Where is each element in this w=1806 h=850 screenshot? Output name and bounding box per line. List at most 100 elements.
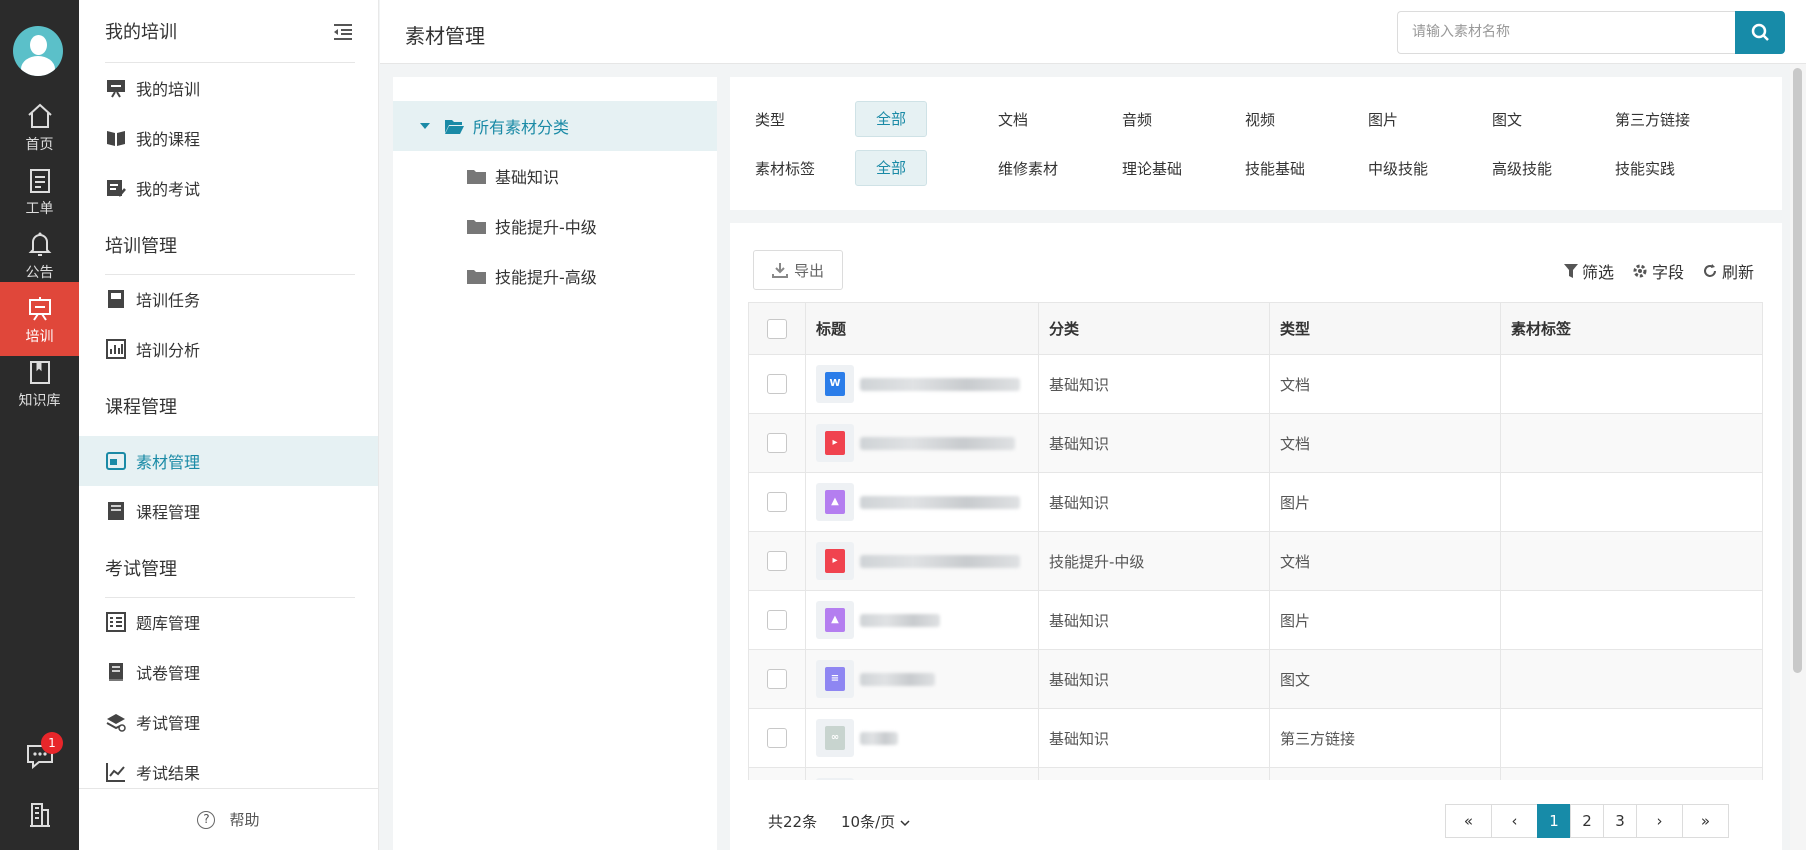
menu-item-label: 题库管理 [136, 614, 201, 633]
refresh-button[interactable]: 刷新 [1702, 259, 1754, 283]
page-size-select[interactable]: 10条/页 [841, 811, 910, 832]
table-row[interactable]: ∞ 基础知识 第三方链接 [748, 708, 1763, 768]
rail-item-workorder[interactable]: 工单 [0, 154, 79, 228]
page-button[interactable]: 1 [1537, 804, 1571, 838]
tag-filter-option[interactable]: 技能实践 [1615, 158, 1675, 179]
tree-node-root[interactable]: 所有素材分类 [393, 101, 717, 151]
menu-item-training-tasks[interactable]: 培训任务 [79, 274, 378, 324]
scrollbar-thumb[interactable] [1793, 68, 1802, 673]
table-row[interactable]: ▸ 技能提升-中级 文档 [748, 531, 1763, 591]
type-filter-option[interactable]: 图片 [1368, 109, 1398, 130]
type-filter-option[interactable]: 文档 [998, 109, 1028, 130]
menu-item-my-exams[interactable]: 我的考试 [79, 163, 378, 213]
avatar[interactable] [13, 26, 63, 76]
menu-item-exam-management[interactable]: 考试管理 [79, 697, 378, 747]
type-filter-option[interactable]: 第三方链接 [1615, 109, 1690, 130]
filter-button[interactable]: 筛选 [1563, 259, 1614, 283]
task-book-icon [108, 290, 124, 308]
column-header[interactable]: 标题 [805, 302, 1039, 355]
row-checkbox[interactable] [767, 610, 787, 630]
redacted-title [860, 731, 898, 745]
select-all-checkbox[interactable] [767, 318, 787, 339]
rail-item-notice[interactable]: 公告 [0, 218, 79, 292]
help-button[interactable]: ? 帮助 [79, 788, 378, 850]
tree-node[interactable]: 技能提升-中级 [393, 201, 717, 251]
organization-button[interactable] [0, 800, 79, 832]
prev-page-button[interactable]: ‹ [1491, 804, 1538, 838]
rail-item-home[interactable]: 首页 [0, 90, 79, 164]
title-cell[interactable]: ∞ [805, 708, 1039, 768]
menu-item-question-bank[interactable]: 题库管理 [79, 597, 378, 647]
type-filter-option[interactable]: 音频 [1122, 109, 1152, 130]
menu-item-material-management[interactable]: 素材管理 [79, 436, 378, 486]
rail-item-knowledge[interactable]: 知识库 [0, 346, 79, 420]
export-button[interactable]: 导出 [753, 250, 843, 290]
title-cell[interactable]: ▲ [805, 590, 1039, 650]
menu-item-my-training[interactable]: 我的培训 [79, 63, 378, 113]
table-row[interactable]: ▲ 基础知识 图片 [748, 590, 1763, 650]
title-cell[interactable]: ≡ [805, 649, 1039, 709]
row-checkbox[interactable] [767, 669, 787, 689]
next-page-button[interactable]: › [1636, 804, 1683, 838]
title-cell[interactable]: ▸ [805, 413, 1039, 473]
row-checkbox[interactable] [767, 492, 787, 512]
table-row[interactable]: ▲ 基础知识 图片 [748, 472, 1763, 532]
type-filter-option[interactable]: 视频 [1245, 109, 1275, 130]
tag-filter-option[interactable]: 中级技能 [1368, 158, 1428, 179]
tree-node[interactable]: 技能提升-高级 [393, 251, 717, 301]
building-icon [29, 803, 50, 827]
tag-filter-option[interactable]: 全部 [855, 150, 927, 186]
page-button[interactable]: 2 [1570, 804, 1604, 838]
column-header[interactable]: 分类 [1038, 302, 1270, 355]
rail-label: 公告 [25, 265, 54, 281]
folder-icon [467, 269, 486, 284]
title-cell[interactable]: ▲ [805, 472, 1039, 532]
row-select-cell [748, 472, 806, 532]
column-header[interactable]: 类型 [1269, 302, 1501, 355]
menu-item-training-analysis[interactable]: 培训分析 [79, 324, 378, 374]
collapse-menu-button[interactable] [333, 24, 353, 44]
tag-cell [1500, 413, 1763, 473]
row-checkbox[interactable] [767, 374, 787, 394]
tree-node[interactable]: 基础知识 [393, 151, 717, 201]
fields-button[interactable]: 字段 [1632, 259, 1684, 283]
first-page-button[interactable]: « [1445, 804, 1492, 838]
tree-node-label: 技能提升-中级 [495, 218, 597, 237]
rail-item-training[interactable]: 培训 [0, 282, 79, 356]
search-input[interactable]: 请输入素材名称 [1397, 11, 1735, 54]
menu-item-label: 我的课程 [136, 130, 201, 149]
search-button[interactable] [1735, 11, 1785, 54]
tag-filter-option[interactable]: 技能基础 [1245, 158, 1305, 179]
menu-item-course-management[interactable]: 课程管理 [79, 486, 378, 536]
top-header: 素材管理 请输入素材名称 [380, 0, 1806, 64]
last-page-button[interactable]: » [1682, 804, 1729, 838]
row-checkbox[interactable] [767, 728, 787, 748]
presentation-icon [107, 80, 125, 98]
tag-cell [1500, 649, 1763, 709]
tag-filter-option[interactable]: 维修素材 [998, 158, 1058, 179]
filter-card: 类型 全部 文档 音频 视频 图片 图文 第三方链接 素材标签 全部 维修素材 … [730, 77, 1782, 210]
tree-node-label: 基础知识 [495, 168, 560, 187]
type-filter-option[interactable]: 图文 [1492, 109, 1522, 130]
word-icon: W [816, 365, 854, 403]
menu-item-my-courses[interactable]: 我的课程 [79, 113, 378, 163]
row-checkbox[interactable] [767, 551, 787, 571]
title-cell[interactable]: ▸ [805, 531, 1039, 591]
table-row[interactable]: ≡ 基础知识 图文 [748, 649, 1763, 709]
title-cell[interactable]: W [805, 354, 1039, 414]
type-filter-option[interactable]: 全部 [855, 101, 927, 137]
chat-button[interactable] [0, 730, 79, 780]
total-count: 共22条 [768, 813, 818, 831]
row-checkbox[interactable] [767, 433, 787, 453]
tree-node-label: 所有素材分类 [473, 118, 570, 137]
redacted-title [860, 377, 1020, 391]
tag-filter-option[interactable]: 高级技能 [1492, 158, 1552, 179]
left-rail: 首页 工单 公告 培训 知识库 1 [0, 0, 79, 850]
exam-layers-icon [106, 714, 126, 732]
column-header[interactable]: 素材标签 [1500, 302, 1763, 355]
tag-filter-option[interactable]: 理论基础 [1122, 158, 1182, 179]
menu-item-paper-management[interactable]: 试卷管理 [79, 647, 378, 697]
table-row[interactable]: W 基础知识 文档 [748, 354, 1763, 414]
page-button[interactable]: 3 [1603, 804, 1637, 838]
table-row[interactable]: ▸ 基础知识 文档 [748, 413, 1763, 473]
